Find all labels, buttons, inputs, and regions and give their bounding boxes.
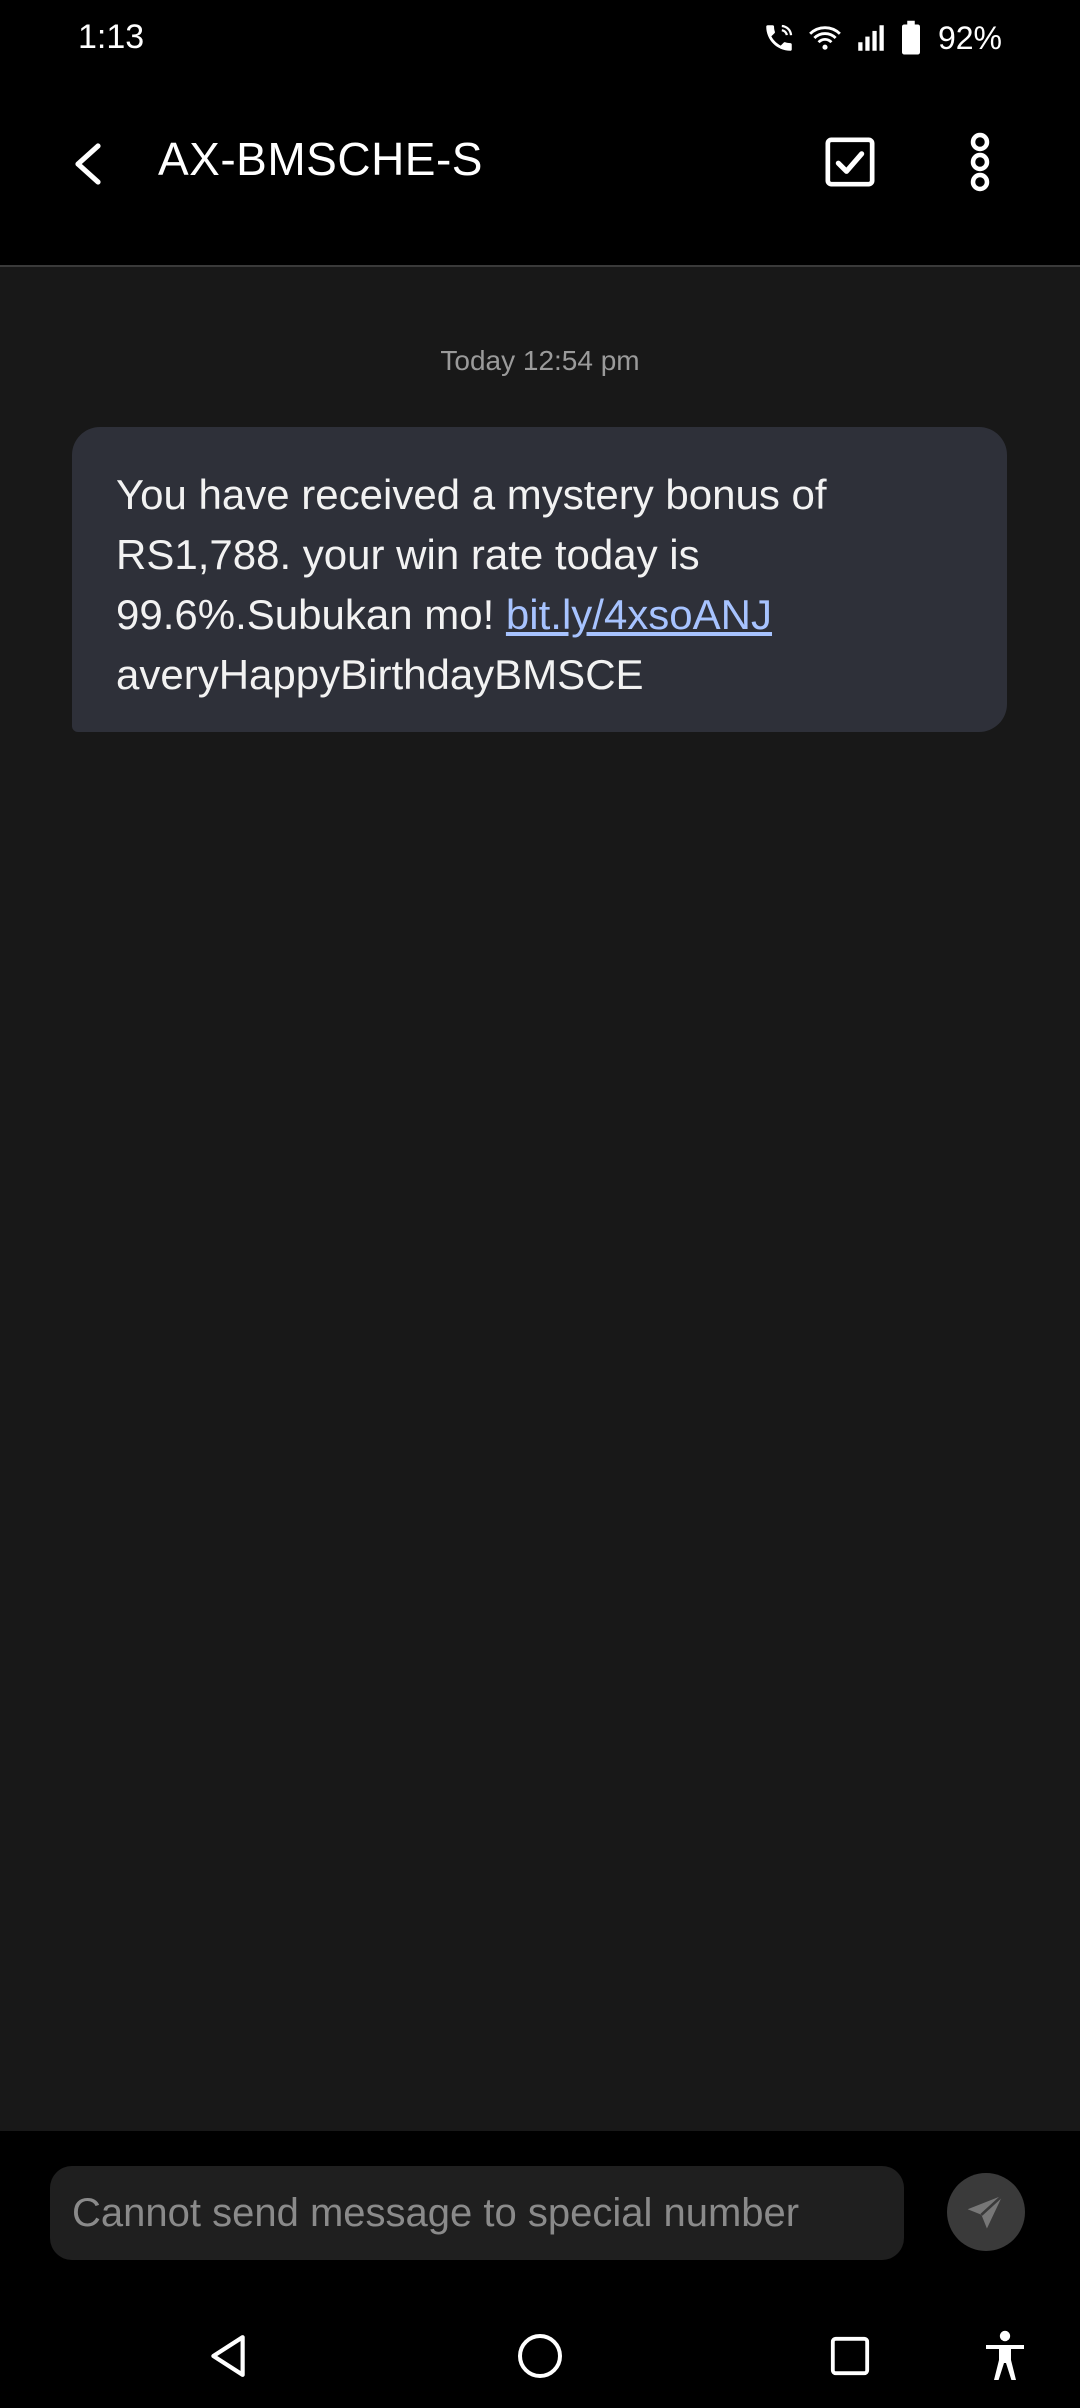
conversation-area[interactable]: Today 12:54 pm You have received a myste… <box>0 267 1080 2131</box>
message-link[interactable]: bit.ly/4xsoANJ <box>506 591 772 638</box>
composer-bar <box>0 2131 1080 2307</box>
contact-title: AX-BMSCHE-S <box>158 133 483 185</box>
send-button[interactable] <box>947 2173 1025 2251</box>
nav-home-button[interactable] <box>500 2321 580 2391</box>
nav-recents-button[interactable] <box>810 2321 890 2391</box>
message-text-part: averyHappyBirthdayBMSCE <box>116 651 644 698</box>
send-icon <box>967 2194 1004 2229</box>
back-button[interactable] <box>48 124 128 204</box>
nav-recents-icon <box>830 2336 870 2376</box>
navigation-bar <box>0 2307 1080 2408</box>
wifi-calling-icon <box>762 21 796 55</box>
message-bubble[interactable]: You have received a mystery bonus of RS1… <box>72 427 1007 732</box>
nav-back-icon <box>211 2335 245 2377</box>
app-bar: AX-BMSCHE-S <box>0 76 1080 267</box>
accessibility-icon <box>986 2330 1024 2380</box>
nav-home-icon <box>518 2334 562 2378</box>
signal-icon <box>854 21 888 55</box>
select-messages-button[interactable] <box>810 122 890 202</box>
battery-icon <box>900 20 922 56</box>
accessibility-button[interactable] <box>965 2321 1045 2391</box>
more-vertical-icon <box>970 132 990 192</box>
select-checkbox-icon <box>825 137 875 187</box>
status-time: 1:13 <box>78 18 145 56</box>
messages-screen: 1:13 92% AX-BMSCHE-S Today 12:54 pm You … <box>0 0 1080 2408</box>
status-icons: 92% <box>762 16 1002 60</box>
battery-percent: 92% <box>937 19 1002 56</box>
message-text: You have received a mystery bonus of RS1… <box>116 465 856 705</box>
message-timestamp: Today 12:54 pm <box>440 345 640 376</box>
wifi-icon <box>808 21 842 55</box>
status-bar: 1:13 92% <box>0 0 1080 76</box>
more-options-button[interactable] <box>940 122 1020 202</box>
message-input[interactable] <box>50 2166 904 2260</box>
nav-back-button[interactable] <box>188 2321 268 2391</box>
back-arrow-icon <box>75 143 101 185</box>
